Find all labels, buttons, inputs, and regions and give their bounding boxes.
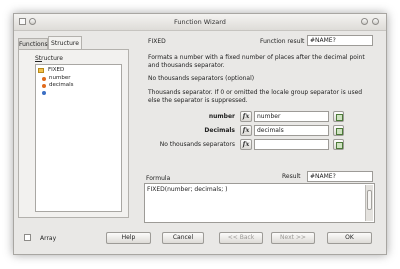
tree-item-root[interactable]: FIXED <box>48 67 64 73</box>
close-icon[interactable] <box>372 18 379 25</box>
function-description: Formats a number with a fixed number of … <box>148 54 365 69</box>
argument-input-thousands[interactable] <box>254 139 329 150</box>
shrink-button-number[interactable] <box>333 111 344 122</box>
tree-item-number[interactable]: number <box>49 75 70 81</box>
array-label: Array <box>40 235 57 242</box>
formula-result-field: #NAME? <box>307 171 373 182</box>
argument-label-thousands: No thousands separators <box>159 141 235 148</box>
tree-item-decimals[interactable]: decimals <box>49 82 74 88</box>
tree-empty-item-icon <box>42 91 46 95</box>
function-result-label: Function result <box>260 38 305 45</box>
formula-text[interactable]: FIXED(number; decimals; ) <box>147 186 227 193</box>
ok-button[interactable]: OK <box>327 232 372 244</box>
structure-tree[interactable]: FIXED number decimals <box>35 64 122 212</box>
scrollbar-thumb[interactable] <box>367 190 372 210</box>
help-button[interactable]: Help <box>106 232 151 244</box>
cancel-button[interactable]: Cancel <box>162 232 204 244</box>
formula-scrollbar[interactable] <box>365 185 373 221</box>
fx-button-number[interactable]: fx <box>240 111 252 122</box>
argument-description: Thousands separator. If 0 or omitted the… <box>148 89 363 104</box>
result-label: Result <box>282 173 301 180</box>
formula-editor[interactable]: FIXED(number; decimals; ) <box>144 183 375 223</box>
shrink-icon <box>336 114 343 121</box>
argument-input-number[interactable]: number <box>254 111 329 122</box>
tree-bullet-icon <box>42 77 46 81</box>
shrink-button-decimals[interactable] <box>333 125 344 136</box>
formula-label: Formula <box>146 175 171 182</box>
function-name: FIXED <box>148 38 166 45</box>
tab-structure[interactable]: Structure <box>48 36 82 49</box>
back-button[interactable]: << Back <box>219 232 263 244</box>
fx-button-decimals[interactable]: fx <box>240 125 252 136</box>
function-wizard-dialog: Function Wizard Functions Structure Stru… <box>13 13 387 255</box>
title-bar: Function Wizard <box>14 14 386 31</box>
shrink-icon <box>336 128 343 135</box>
window-title: Function Wizard <box>174 18 226 26</box>
next-button[interactable]: Next >> <box>271 232 315 244</box>
folder-icon <box>38 68 44 73</box>
tree-bullet-icon <box>42 84 46 88</box>
argument-title: No thousands separators (optional) <box>148 75 255 82</box>
fx-button-thousands[interactable]: fx <box>240 139 252 150</box>
argument-label-decimals: Decimals <box>204 127 235 134</box>
argument-label-number: number <box>208 113 235 120</box>
minimize-icon[interactable] <box>361 18 368 25</box>
array-checkbox[interactable] <box>24 234 31 241</box>
argument-input-decimals[interactable]: decimals <box>254 125 329 136</box>
tab-functions[interactable]: Functions <box>18 38 48 49</box>
shrink-icon <box>336 142 343 149</box>
function-result-field: #NAME? <box>307 35 373 46</box>
shrink-button-thousands[interactable] <box>333 139 344 150</box>
